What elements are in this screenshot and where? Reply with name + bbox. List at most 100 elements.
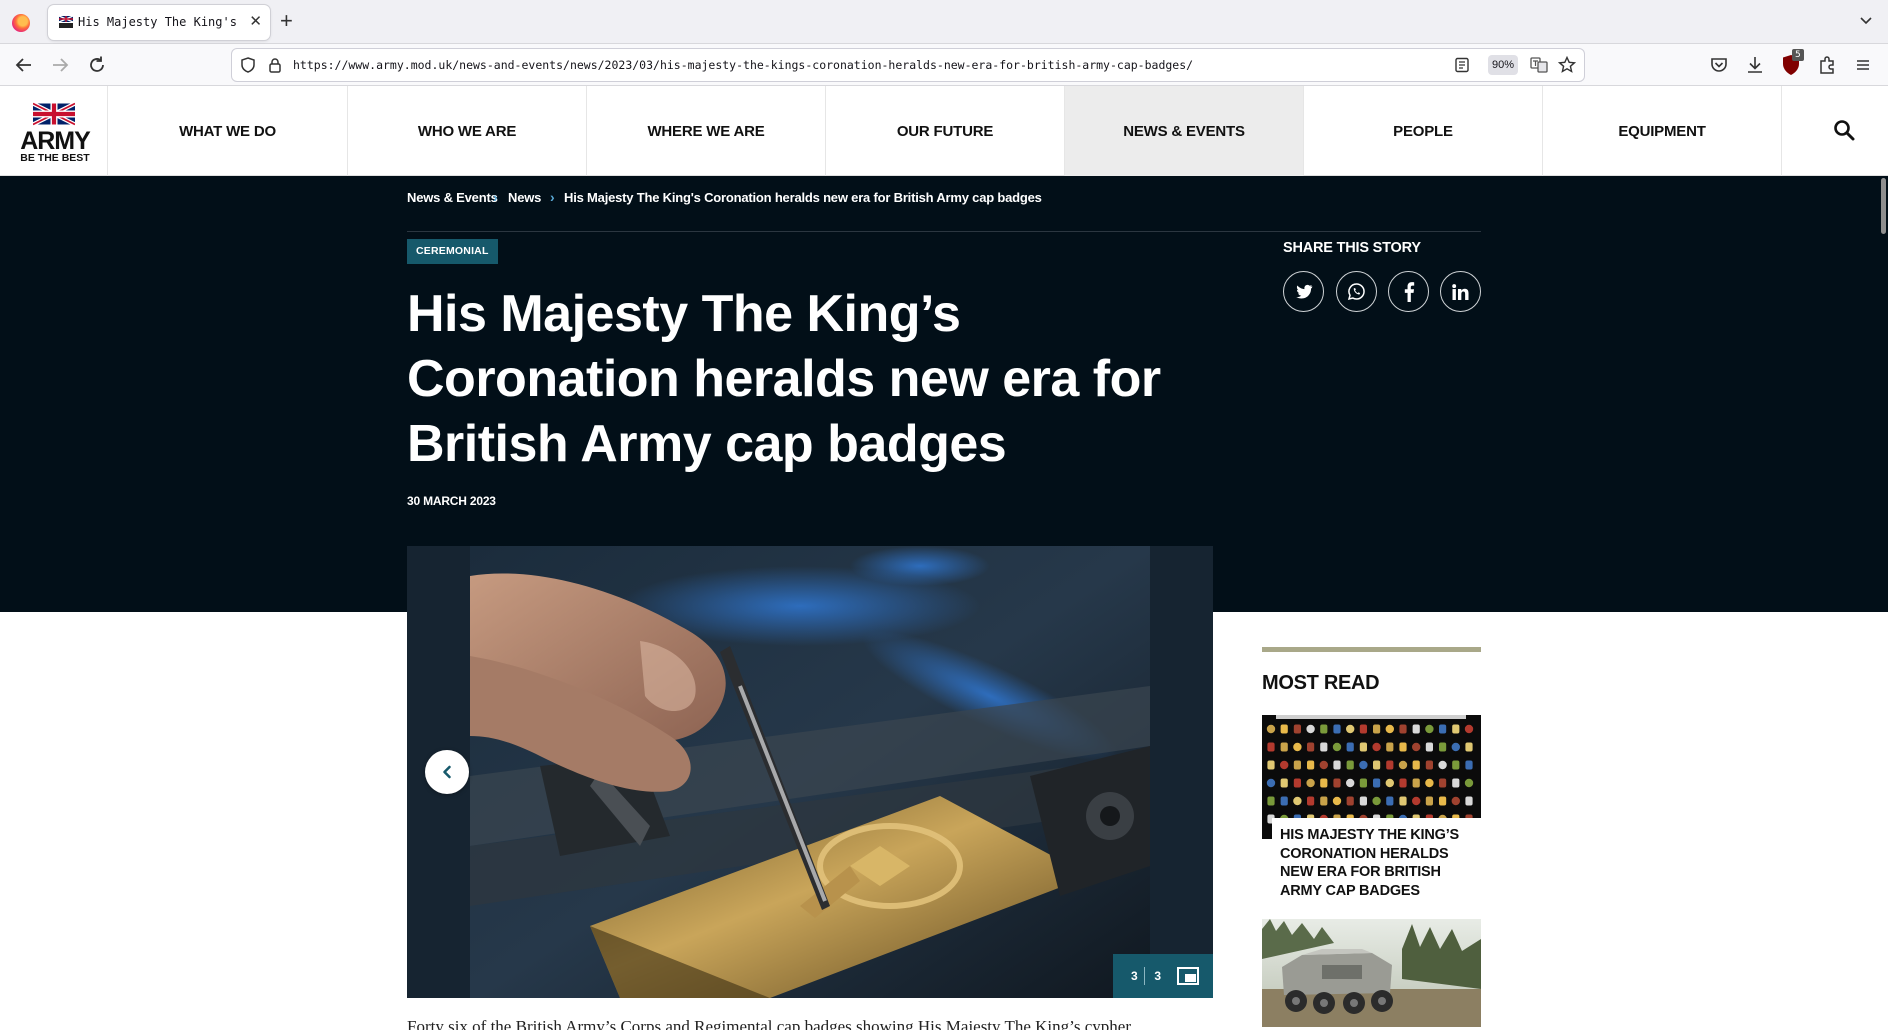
most-read-image-vehicle[interactable]: [1262, 919, 1481, 1027]
poster-badge-emblem: [1307, 742, 1315, 752]
union-jack-flag-icon: [33, 101, 75, 127]
downloads-icon[interactable]: [1744, 54, 1766, 76]
poster-badge-emblem: [1451, 796, 1460, 806]
twitter-icon: [1295, 284, 1312, 299]
image-gallery: 3 3: [407, 546, 1213, 998]
share-title: SHARE THIS STORY: [1283, 240, 1421, 256]
menu-who-we-are[interactable]: WHO WE ARE: [348, 86, 587, 176]
extensions-puzzle-icon[interactable]: [1816, 54, 1838, 76]
poster-badge-emblem: [1372, 796, 1381, 806]
poster-badge-emblem: [1346, 760, 1354, 770]
poster-badge-emblem: [1425, 796, 1433, 806]
site-header: ARMY BE THE BEST WHAT WE DO WHO WE ARE W…: [0, 86, 1888, 176]
reader-view-icon[interactable]: [1454, 57, 1470, 73]
article-headline: His Majesty The King’s Coronation herald…: [407, 285, 1161, 473]
menu-news-and-events[interactable]: NEWS & EVENTS: [1065, 86, 1304, 176]
page-scrollbar[interactable]: [1878, 176, 1888, 1030]
poster-badge-emblem: [1293, 724, 1301, 734]
ublock-count-badge: 5: [1792, 49, 1804, 61]
gallery-counter-text: 3 3: [1131, 969, 1161, 983]
url-bar[interactable]: https://www.army.mod.uk/news-and-events/…: [232, 49, 1584, 81]
poster-badge-emblem: [1373, 760, 1381, 770]
article-body-first-line: Forty six of the British Army’s Corps an…: [407, 1017, 1131, 1030]
translate-icon[interactable]: [1530, 56, 1548, 74]
poster-badge-emblem: [1306, 778, 1315, 788]
poster-badge-emblem: [1333, 724, 1341, 734]
poster-badge-emblem: [1320, 778, 1328, 788]
back-arrow-icon[interactable]: [13, 54, 35, 76]
poster-badge-emblem: [1359, 796, 1367, 806]
poster-badge-emblem: [1307, 796, 1315, 806]
poster-badge-emblem: [1359, 724, 1367, 734]
breadcrumb-news[interactable]: News: [508, 190, 541, 205]
breadcrumb-news-and-events[interactable]: News & Events: [407, 190, 498, 205]
menu-people[interactable]: PEOPLE: [1304, 86, 1543, 176]
poster-badge-emblem: [1465, 760, 1473, 770]
ublock-extension[interactable]: 5: [1780, 49, 1804, 77]
gallery-current-index: 3: [1131, 969, 1138, 983]
gallery-grid-icon[interactable]: [1177, 967, 1199, 985]
most-read-card[interactable]: HIS MAJESTY THE KING’S CORONATION HERALD…: [1272, 818, 1481, 903]
poster-badge-emblem: [1412, 760, 1420, 770]
poster-badge-emblem: [1452, 760, 1460, 770]
tab-list-chevron-icon[interactable]: [1858, 12, 1874, 28]
linkedin-icon: [1452, 283, 1469, 300]
poster-badge-emblem: [1333, 778, 1341, 788]
poster-badge-emblem: [1359, 778, 1367, 788]
poster-badge-emblem: [1346, 796, 1354, 806]
poster-badge-emblem: [1320, 796, 1328, 806]
tab-close-icon[interactable]: ✕: [249, 13, 262, 31]
poster-badge-emblem: [1372, 742, 1381, 752]
poster-badge-emblem: [1267, 742, 1275, 752]
menu-where-we-are[interactable]: WHERE WE ARE: [587, 86, 826, 176]
tracking-shield-icon[interactable]: [240, 57, 256, 73]
forward-arrow-icon[interactable]: [49, 54, 71, 76]
logo-tagline: BE THE BEST: [20, 152, 90, 164]
poster-badge-emblem: [1346, 778, 1355, 788]
gallery-prev-button[interactable]: [425, 750, 469, 794]
share-twitter-button[interactable]: [1283, 271, 1324, 312]
poster-badge-emblem: [1438, 760, 1447, 770]
lock-icon[interactable]: [268, 57, 282, 73]
poster-badge-emblem: [1319, 760, 1328, 770]
poster-badge-emblem: [1439, 778, 1447, 788]
poster-badge-emblem: [1320, 742, 1328, 752]
bookmark-star-icon[interactable]: [1558, 56, 1576, 74]
firefox-logo-icon[interactable]: [12, 14, 30, 32]
whatsapp-icon: [1347, 283, 1365, 301]
gallery-counter: 3 3: [1113, 954, 1213, 998]
menu-what-we-do[interactable]: WHAT WE DO: [108, 86, 348, 176]
army-logo[interactable]: ARMY BE THE BEST: [0, 86, 108, 176]
poster-badge-emblem: [1464, 724, 1474, 734]
pocket-icon[interactable]: [1708, 54, 1730, 76]
zoom-level-badge[interactable]: 90%: [1488, 55, 1518, 75]
article-date: 30 MARCH 2023: [407, 494, 496, 508]
poster-badge-emblem: [1333, 760, 1341, 770]
poster-badge-emblem: [1412, 724, 1420, 734]
logo-wordmark: ARMY: [20, 127, 91, 155]
poster-badge-emblem: [1412, 796, 1421, 806]
poster-badge-emblem: [1293, 796, 1302, 806]
app-menu-hamburger-icon[interactable]: [1852, 54, 1874, 76]
engraving-photo[interactable]: [470, 546, 1150, 998]
poster-badge-emblem: [1439, 796, 1447, 806]
page-scrollbar-thumb[interactable]: [1881, 178, 1886, 234]
share-linkedin-button[interactable]: [1440, 271, 1481, 312]
breadcrumb: News & Events › News › His Majesty The K…: [407, 189, 1481, 232]
poster-badge-emblem: [1452, 724, 1460, 734]
category-tag[interactable]: CEREMONIAL: [407, 239, 498, 264]
reload-icon[interactable]: [86, 54, 108, 76]
share-facebook-button[interactable]: [1388, 271, 1429, 312]
poster-badge-emblem: [1425, 760, 1433, 770]
url-text[interactable]: https://www.army.mod.uk/news-and-events/…: [293, 58, 1193, 72]
poster-title-strip: [1276, 715, 1466, 719]
poster-badge-emblem: [1464, 778, 1474, 788]
search-icon[interactable]: [1832, 118, 1856, 142]
menu-our-future[interactable]: OUR FUTURE: [826, 86, 1065, 176]
browser-tab[interactable]: His Majesty The King's Coron ✕: [48, 5, 270, 40]
poster-badge-emblem: [1359, 760, 1368, 770]
share-whatsapp-button[interactable]: [1336, 271, 1377, 312]
facebook-icon: [1404, 281, 1414, 302]
menu-equipment[interactable]: EQUIPMENT: [1543, 86, 1782, 176]
new-tab-icon[interactable]: +: [280, 8, 293, 34]
